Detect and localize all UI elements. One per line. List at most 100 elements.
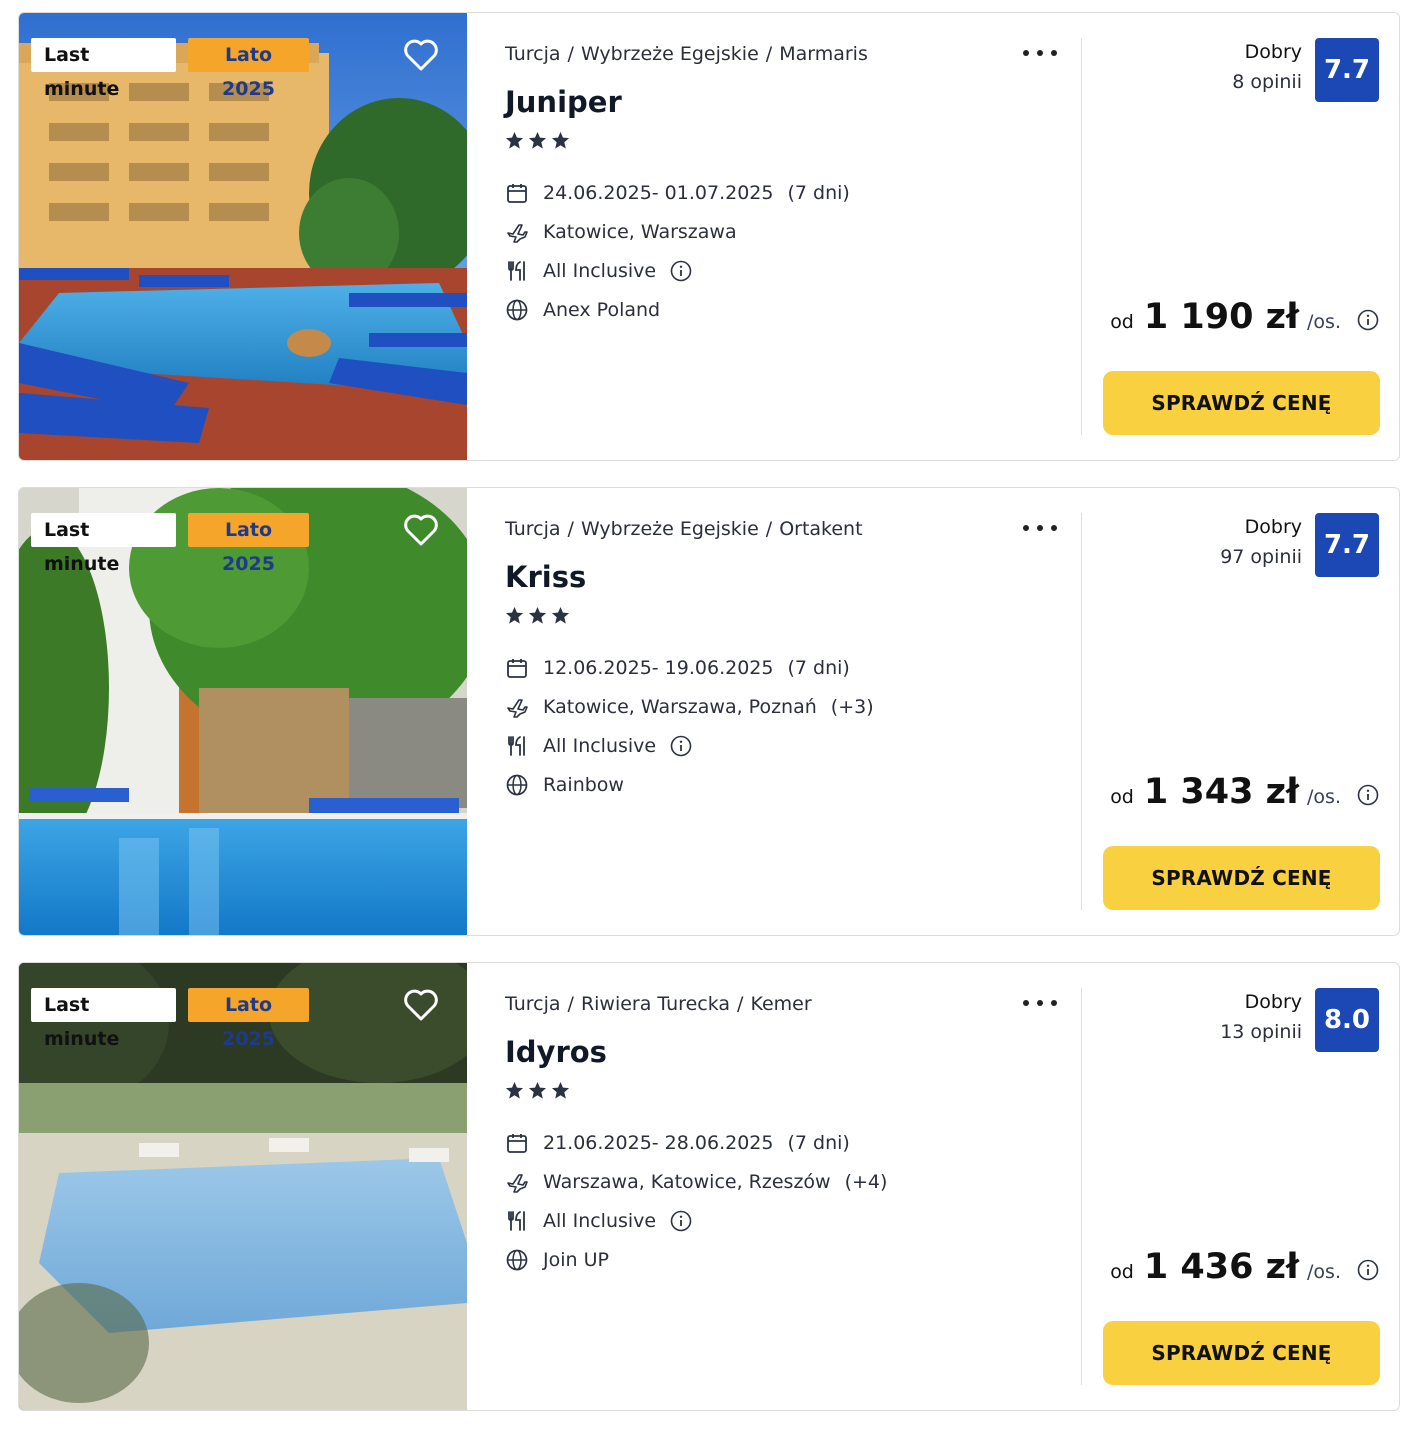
globe-icon — [506, 774, 528, 795]
check-price-button[interactable]: SPRAWDŹ CENĘ — [1103, 371, 1380, 435]
departures-more[interactable]: (+4) — [845, 1171, 888, 1193]
breadcrumb-separator: / — [567, 43, 574, 65]
breadcrumb-city[interactable]: Marmaris — [779, 43, 868, 65]
info-icon[interactable] — [1357, 309, 1379, 331]
operator-row: Anex Poland — [505, 290, 850, 329]
cutlery-icon — [508, 735, 525, 756]
calendar-icon — [507, 658, 527, 678]
breadcrumb-region[interactable]: Wybrzeże Egejskie — [581, 43, 759, 65]
rating-label: Dobry — [1244, 991, 1302, 1013]
dates-row: 12.06.2025- 19.06.2025 (7 dni) — [505, 648, 874, 687]
info-icon[interactable] — [1357, 784, 1379, 806]
breadcrumb-region[interactable]: Riwiera Turecka — [581, 993, 730, 1015]
price-line: od 1 436 zł /os. — [1110, 1247, 1379, 1287]
breadcrumb-separator: / — [567, 993, 574, 1015]
reviews-link[interactable]: 8 opinii — [1232, 71, 1302, 93]
calendar-icon — [507, 1133, 527, 1153]
price-value: 1 436 zł — [1143, 1247, 1300, 1287]
board-row: All Inclusive — [505, 1201, 887, 1240]
price-panel: Dobry 97 opinii 7.7 od 1 343 zł /os. SPR… — [1082, 488, 1399, 935]
price-unit: /os. — [1307, 1261, 1341, 1283]
price-unit: /os. — [1307, 786, 1341, 808]
star-icon — [528, 606, 547, 624]
star-rating — [505, 606, 570, 625]
last-minute-badge: Last minute — [31, 38, 176, 100]
offer-info: Turcja / Wybrzeże Egejskie / Ortakent Kriss … — [505, 488, 1075, 935]
offer-card[interactable]: Last minute Lato 2025 Turcja / Riwiera Tur… — [18, 962, 1400, 1411]
check-price-button[interactable]: SPRAWDŹ CENĘ — [1103, 846, 1380, 910]
reviews-link[interactable]: 13 opinii — [1220, 1021, 1302, 1043]
offer-card[interactable]: Last minute Lato 2025 Turcja / Wybrzeże Eg… — [18, 487, 1400, 936]
info-icon[interactable] — [670, 260, 692, 282]
hotel-name[interactable]: Kriss — [505, 560, 586, 594]
info-icon[interactable] — [1357, 1259, 1379, 1281]
breadcrumb-region[interactable]: Wybrzeże Egejskie — [581, 518, 759, 540]
duration-text: (7 dni) — [787, 1131, 850, 1154]
hotel-photo[interactable]: Last minute Lato 2025 — [19, 13, 467, 460]
price-prefix: od — [1110, 786, 1134, 808]
season-badge: Lato 2025 — [188, 513, 309, 575]
offer-info: Turcja / Riwiera Turecka / Kemer Idyros 21.0… — [505, 963, 1075, 1410]
info-icon[interactable] — [670, 1210, 692, 1232]
breadcrumb-country[interactable]: Turcja — [505, 518, 561, 540]
plane-icon — [507, 1173, 528, 1193]
star-icon — [551, 1081, 570, 1099]
board-row: All Inclusive — [505, 251, 850, 290]
globe-icon — [506, 299, 528, 320]
offer-card[interactable]: Last minute Lato 2025 Turcja / Wybrzeże Eg… — [18, 12, 1400, 461]
breadcrumb-separator: / — [765, 518, 773, 540]
calendar-icon — [507, 183, 527, 203]
breadcrumb-country[interactable]: Turcja — [505, 43, 561, 65]
price-panel: Dobry 8 opinii 7.7 od 1 190 zł /os. SPRA… — [1082, 13, 1399, 460]
star-icon — [505, 1081, 524, 1099]
check-price-button[interactable]: SPRAWDŹ CENĘ — [1103, 1321, 1380, 1385]
departures-row: Katowice, Warszawa — [505, 212, 850, 251]
breadcrumb-city[interactable]: Ortakent — [779, 518, 862, 540]
globe-icon — [506, 1249, 528, 1270]
hotel-photo[interactable]: Last minute Lato 2025 — [19, 963, 467, 1410]
operator-text: Anex Poland — [543, 298, 661, 321]
plane-icon — [507, 698, 528, 718]
info-icon[interactable] — [670, 735, 692, 757]
score-badge: 7.7 — [1315, 38, 1379, 102]
hotel-name[interactable]: Idyros — [505, 1035, 607, 1069]
operator-text: Join UP — [543, 1248, 609, 1271]
board-text: All Inclusive — [543, 1209, 657, 1232]
breadcrumb-country[interactable]: Turcja — [505, 993, 561, 1015]
price-value: 1 343 zł — [1143, 772, 1300, 812]
star-icon — [528, 131, 547, 149]
operator-text: Rainbow — [543, 773, 624, 796]
board-row: All Inclusive — [505, 726, 874, 765]
price-prefix: od — [1110, 1261, 1134, 1283]
breadcrumb-separator: / — [765, 43, 773, 65]
price-line: od 1 343 zł /os. — [1110, 772, 1379, 812]
heart-icon[interactable] — [401, 510, 441, 550]
dates-row: 21.06.2025- 28.06.2025 (7 dni) — [505, 1123, 887, 1162]
departures-row: Warszawa, Katowice, Rzeszów (+4) — [505, 1162, 887, 1201]
more-dots-icon[interactable] — [1020, 47, 1060, 59]
star-rating — [505, 1081, 570, 1100]
departures-text: Katowice, Warszawa — [543, 220, 737, 243]
star-icon — [528, 1081, 547, 1099]
star-icon — [505, 606, 524, 624]
breadcrumb-separator: / — [567, 518, 574, 540]
heart-icon[interactable] — [401, 985, 441, 1025]
breadcrumb-city[interactable]: Kemer — [750, 993, 811, 1015]
season-badge: Lato 2025 — [188, 38, 309, 100]
rating-label: Dobry — [1244, 41, 1302, 63]
last-minute-badge: Last minute — [31, 988, 176, 1050]
departures-text: Katowice, Warszawa, Poznań — [543, 695, 817, 718]
reviews-link[interactable]: 97 opinii — [1220, 546, 1302, 568]
dates-row: 24.06.2025- 01.07.2025 (7 dni) — [505, 173, 850, 212]
hotel-photo[interactable]: Last minute Lato 2025 — [19, 488, 467, 935]
heart-icon[interactable] — [401, 35, 441, 75]
hotel-name[interactable]: Juniper — [505, 85, 622, 119]
departures-more[interactable]: (+3) — [831, 696, 874, 718]
score-badge: 8.0 — [1315, 988, 1379, 1052]
dates-text: 12.06.2025- 19.06.2025 — [543, 656, 774, 679]
board-text: All Inclusive — [543, 259, 657, 282]
more-dots-icon[interactable] — [1020, 522, 1060, 534]
cutlery-icon — [508, 260, 525, 281]
cutlery-icon — [508, 1210, 525, 1231]
more-dots-icon[interactable] — [1020, 997, 1060, 1009]
